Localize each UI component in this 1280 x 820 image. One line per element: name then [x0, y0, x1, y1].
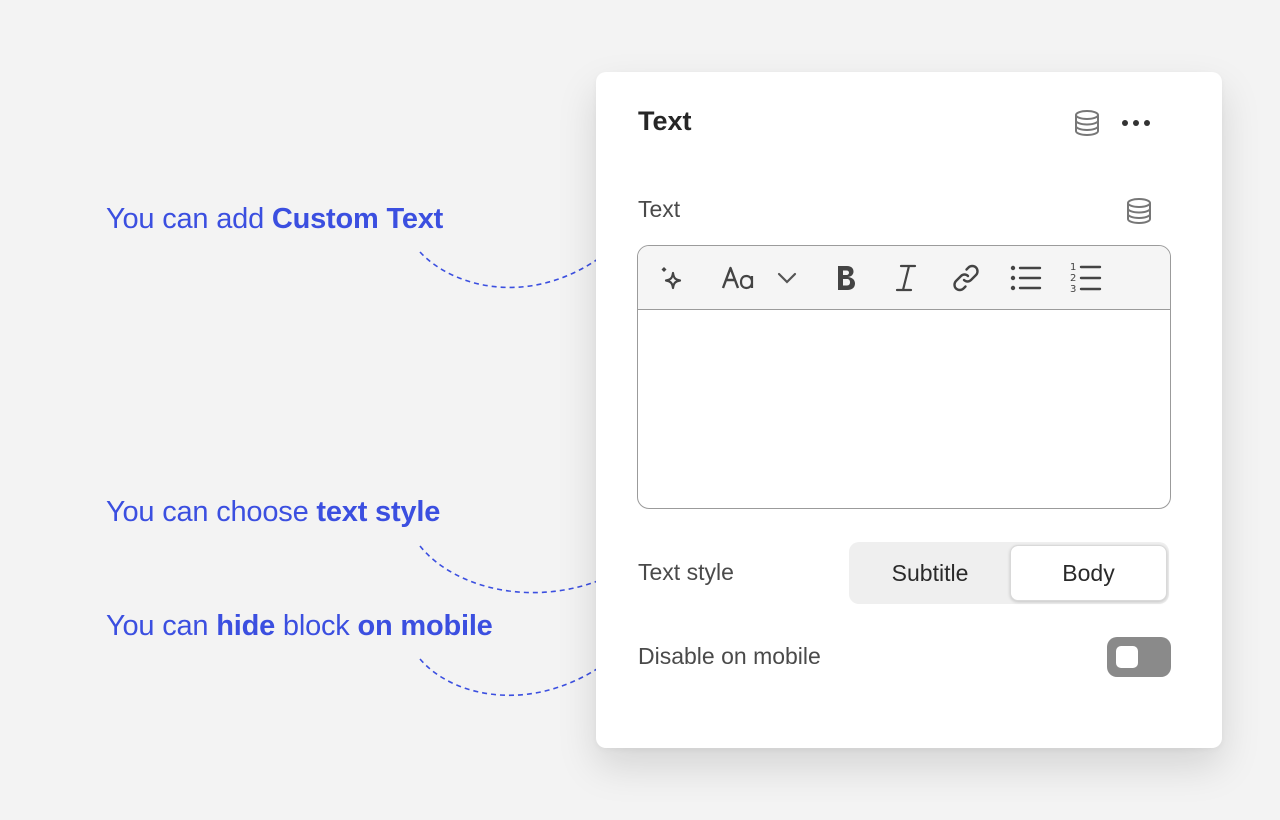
text-style-label: Text style [638, 559, 734, 585]
more-horizontal-icon[interactable] [1118, 106, 1154, 140]
svg-text:2: 2 [1070, 273, 1076, 284]
text-settings-panel: Text Text 1 2 3 Text style Subtitle Body… [596, 72, 1222, 748]
text-style-option-subtitle[interactable]: Subtitle [852, 545, 1008, 601]
italic-icon[interactable] [888, 260, 924, 296]
database-icon[interactable] [1070, 106, 1104, 140]
numbered-list-icon[interactable]: 1 2 3 [1068, 260, 1104, 296]
svg-text:3: 3 [1070, 284, 1076, 295]
rich-text-editor: 1 2 3 [637, 245, 1171, 509]
connector-text-style [419, 545, 615, 594]
text-style-option-body[interactable]: Body [1010, 545, 1167, 601]
bold-icon[interactable] [828, 260, 864, 296]
connector-hide-mobile [419, 656, 615, 696]
database-icon[interactable] [1122, 194, 1156, 228]
text-editor-input[interactable] [638, 310, 1170, 508]
toggle-knob [1116, 646, 1138, 668]
font-size-icon[interactable] [718, 260, 758, 296]
editor-toolbar: 1 2 3 [638, 246, 1170, 310]
ai-sparkle-icon[interactable] [654, 260, 690, 296]
text-style-segmented-control: Subtitle Body [849, 542, 1169, 604]
svg-text:1: 1 [1070, 262, 1076, 273]
link-icon[interactable] [948, 260, 984, 296]
disable-mobile-label: Disable on mobile [638, 643, 821, 669]
text-field-label: Text [638, 196, 681, 222]
connector-custom-text [419, 245, 616, 289]
chevron-down-icon[interactable] [772, 260, 802, 296]
bullet-list-icon[interactable] [1008, 260, 1044, 296]
panel-title: Text [638, 106, 692, 136]
disable-mobile-toggle[interactable] [1107, 637, 1171, 677]
